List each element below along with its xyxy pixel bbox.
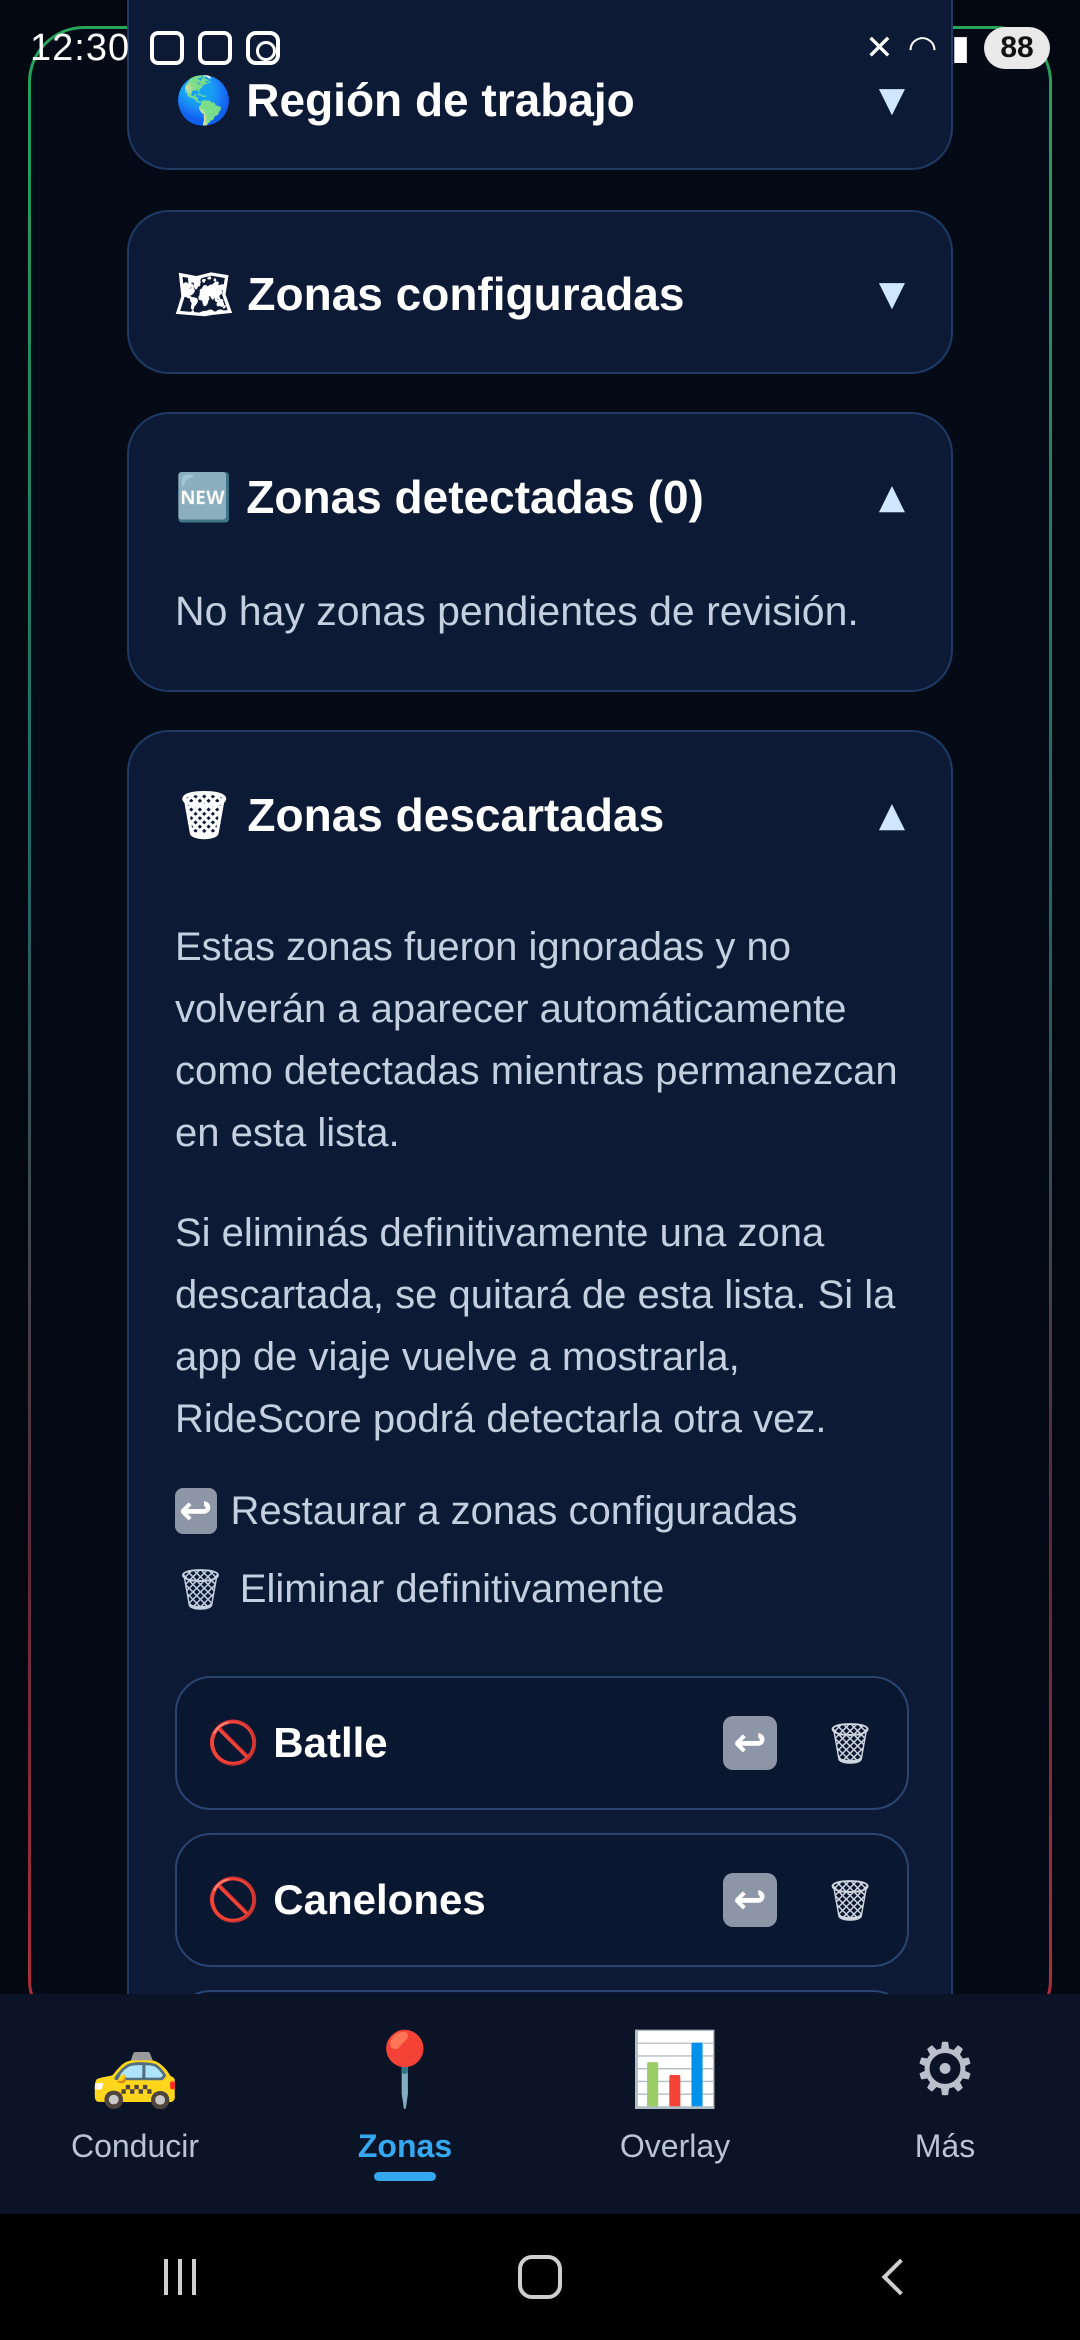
detected-zones-title-text: Zonas detectadas (0) (246, 471, 704, 523)
chevron-up-icon[interactable]: ▲ (879, 477, 905, 517)
discarded-paragraph-1: Estas zonas fueron ignoradas y no volver… (175, 925, 898, 1155)
chevron-down-icon[interactable]: ▼ (879, 274, 905, 314)
discarded-zones-title-text: Zonas descartadas (247, 789, 665, 841)
zones-content[interactable]: 🌎 Región de trabajo ▼ 🗺 Zonas configurad… (0, 0, 1080, 1994)
mute-icon: ✕ (865, 28, 894, 68)
legend-restore: ↩ Restaurar a zonas configuradas (129, 1472, 951, 1550)
zone-name: 🚫 Canelones (207, 1875, 486, 1925)
discarded-zones-card[interactable]: 🗑 Zonas descartadas ▲ Estas zonas fueron… (127, 730, 953, 1994)
app-screen: 12:30 ✕ ◠ ▮ 88 🌎 Región de trabajo ▼ 🗺 Z… (0, 0, 1080, 2340)
zone-name-text: Canelones (273, 1876, 486, 1923)
configured-zones-card[interactable]: 🗺 Zonas configuradas ▼ (127, 210, 953, 374)
configured-zones-title-text: Zonas configuradas (247, 268, 685, 320)
home-icon (518, 2255, 562, 2299)
recents-icon (164, 2259, 196, 2295)
status-time: 12:30 (30, 26, 131, 69)
zone-actions: ↩ 🗑 (723, 1873, 877, 1927)
map-icon: 🗺 (175, 266, 234, 321)
configured-zones-title: 🗺 Zonas configuradas (175, 267, 684, 322)
detected-zones-card[interactable]: 🆕 Zonas detectadas (0) ▲ No hay zonas pe… (127, 412, 953, 692)
nav-label: Más (914, 2128, 976, 2164)
discarded-zones-header[interactable]: 🗑 Zonas descartadas ▲ (129, 732, 951, 898)
taxi-icon: 🚕 (90, 2027, 180, 2111)
signal-icon: ▮ (951, 28, 970, 68)
ban-icon: 🚫 (207, 1875, 260, 1924)
active-tab-indicator (374, 2172, 436, 2181)
new-icon: 🆕 (175, 469, 233, 524)
legend-restore-text: Restaurar a zonas configuradas (230, 1488, 798, 1533)
zone-name-text: Batlle (273, 1719, 388, 1766)
nav-mas[interactable]: ⚙ Más (810, 1994, 1080, 2214)
nav-zonas[interactable]: 📍 Zonas (270, 1994, 540, 2214)
zone-name: 🚫 Batlle (207, 1718, 388, 1768)
home-button[interactable] (500, 2247, 580, 2307)
notification-icon (198, 31, 233, 65)
nav-label: Overlay (619, 2128, 731, 2164)
detected-empty-text: No hay zonas pendientes de revisión. (175, 588, 859, 634)
back-button[interactable] (860, 2247, 940, 2307)
restore-button[interactable]: ↩ (723, 1873, 777, 1927)
status-right-icons: ✕ ◠ ▮ 88 (865, 27, 1050, 69)
chevron-up-icon[interactable]: ▲ (879, 795, 905, 835)
ban-icon: 🚫 (207, 1718, 260, 1767)
trash-icon: 🗑 (175, 787, 234, 842)
system-nav-bar (0, 2214, 1080, 2340)
nav-conducir[interactable]: 🚕 Conducir (0, 1994, 270, 2214)
delete-button[interactable]: 🗑 (823, 1873, 877, 1927)
instagram-icon (246, 31, 281, 65)
restore-icon: ↩ (175, 1488, 217, 1534)
gear-icon: ⚙ (912, 2027, 978, 2111)
nav-label: Zonas (357, 2128, 453, 2164)
bar-chart-icon: 📊 (630, 2027, 720, 2111)
pin-icon: 📍 (360, 2027, 450, 2111)
bottom-nav: 🚕 Conducir 📍 Zonas 📊 Overlay ⚙ Más (0, 1994, 1080, 2214)
discarded-zone-item: 🚫 Canelones ↩ 🗑 (175, 1833, 909, 1967)
delete-button[interactable]: 🗑 (823, 1716, 877, 1770)
discarded-paragraph-2: Si eliminás definitivamente una zona des… (175, 1211, 896, 1441)
zone-actions: ↩ 🗑 (723, 1716, 877, 1770)
detected-zones-header[interactable]: 🆕 Zonas detectadas (0) ▲ (129, 414, 951, 580)
wifi-icon: ◠ (907, 28, 938, 68)
nav-overlay[interactable]: 📊 Overlay (540, 1994, 810, 2214)
back-icon (881, 2258, 919, 2296)
configured-zones-header[interactable]: 🗺 Zonas configuradas ▼ (129, 212, 951, 376)
discarded-zones-title: 🗑 Zonas descartadas (175, 788, 664, 843)
status-left-icons (150, 31, 281, 65)
recents-button[interactable] (140, 2247, 220, 2307)
trash-icon: 🗑 (175, 1566, 226, 1613)
status-bar: 12:30 ✕ ◠ ▮ 88 (0, 0, 1080, 96)
detected-zones-title: 🆕 Zonas detectadas (0) (175, 470, 704, 525)
discarded-zone-item: 🚫 Batlle ↩ 🗑 (175, 1676, 909, 1810)
legend-delete: 🗑 Eliminar definitivamente (129, 1550, 951, 1628)
screenshot-icon (150, 31, 185, 65)
nav-label: Conducir (70, 2128, 200, 2164)
legend-delete-text: Eliminar definitivamente (239, 1566, 665, 1611)
battery-indicator: 88 (984, 27, 1050, 69)
restore-button[interactable]: ↩ (723, 1716, 777, 1770)
